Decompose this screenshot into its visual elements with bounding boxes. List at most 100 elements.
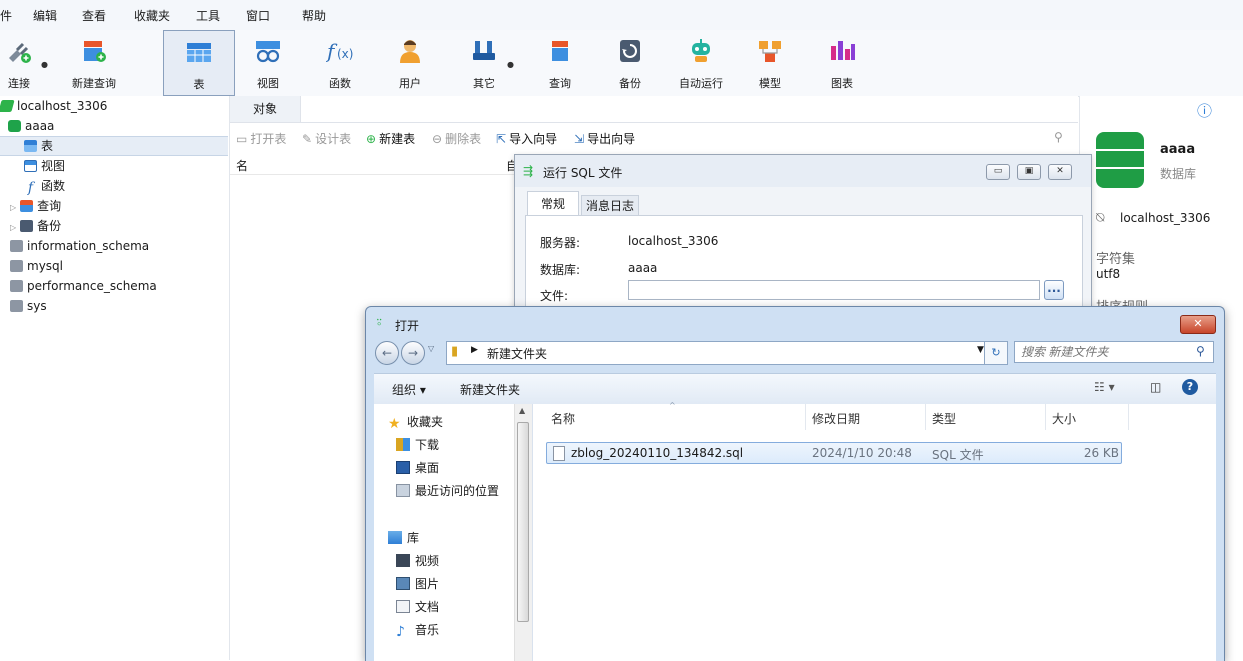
menu-file[interactable]: 件 — [0, 7, 12, 24]
menu-edit[interactable]: 编辑 — [33, 7, 57, 24]
automation-button[interactable]: 自动运行 — [672, 30, 730, 96]
close-button[interactable]: ✕ — [1180, 315, 1216, 334]
tree-db-information-schema[interactable]: information_schema — [10, 236, 149, 256]
object-toolbar: ▭ 打开表 ✎ 设计表 ⊕ 新建表 ⊖ 删除表 ⇱ 导入向导 ⇲ 导出向导 ⚲ — [230, 123, 1078, 153]
table-button[interactable]: 表 — [163, 30, 235, 96]
menu-window[interactable]: 窗口 — [246, 7, 270, 24]
chart-button[interactable]: 图表 — [818, 30, 866, 96]
nav-recent-places[interactable]: 最近访问的位置 — [396, 481, 499, 501]
tree-item-backups[interactable]: ▷ 备份 — [10, 216, 61, 236]
view-button[interactable]: 视图 — [244, 30, 292, 96]
minimize-button[interactable]: ▭ — [986, 164, 1010, 180]
nav-videos[interactable]: 视频 — [396, 551, 439, 571]
user-button[interactable]: 用户 — [386, 30, 434, 96]
tab-objects[interactable]: 对象 — [230, 96, 301, 122]
nav-scrollbar[interactable]: ▲ — [514, 404, 532, 661]
connect-dropdown-icon[interactable]: ● — [41, 60, 48, 69]
nav-documents[interactable]: 文档 — [396, 597, 439, 617]
backup-button[interactable]: 备份 — [606, 30, 654, 96]
column-separator[interactable] — [1128, 404, 1129, 430]
new-query-icon — [84, 41, 106, 62]
tree-item-functions[interactable]: f 函数 — [24, 176, 65, 196]
navigation-tree: localhost_3306 aaaa 表 视图 f 函数 ▷ 查询 ▷ 备份 inf… — [0, 96, 230, 660]
file-name: zblog_20240110_134842.sql — [571, 446, 744, 460]
nav-libraries[interactable]: 库 — [388, 528, 419, 548]
tools-icon — [473, 41, 495, 60]
search-icon[interactable]: ⚲ — [1196, 344, 1205, 358]
other-button[interactable]: ● 其它 — [460, 30, 514, 96]
tab-general[interactable]: 常规 — [527, 191, 579, 216]
tree-item-views[interactable]: 视图 — [24, 156, 65, 176]
help-icon[interactable]: ? — [1182, 379, 1198, 395]
column-header-type[interactable]: 类型 — [932, 410, 956, 427]
column-header-size[interactable]: 大小 — [1052, 410, 1076, 427]
connect-button[interactable]: ● 连接 — [0, 30, 48, 96]
info-icon[interactable]: ⓘ — [1197, 100, 1212, 121]
menu-favorites[interactable]: 收藏夹 — [134, 7, 170, 24]
address-bar[interactable]: ▮ ▶ 新建文件夹 ▼ — [446, 341, 1008, 365]
file-path-input[interactable] — [628, 280, 1040, 300]
svg-text:(x): (x) — [337, 47, 353, 61]
organize-button[interactable]: 组织 ▾ — [392, 381, 426, 398]
column-name-header[interactable]: 名 — [236, 157, 248, 174]
address-dropdown-icon[interactable]: ▼ — [977, 345, 984, 355]
tree-item-tables[interactable]: 表 — [0, 136, 228, 156]
dialog-title-bar[interactable]: ⇶ 运行 SQL 文件 ▭ ▣ ✕ — [515, 155, 1091, 187]
breadcrumb-folder[interactable]: 新建文件夹 — [487, 345, 547, 362]
nav-favorites[interactable]: ★ 收藏夹 — [388, 412, 443, 432]
column-header-modified[interactable]: 修改日期 — [812, 410, 860, 427]
tree-db-aaaa[interactable]: aaaa — [0, 116, 54, 136]
query-button[interactable]: 查询 — [536, 30, 584, 96]
column-separator[interactable] — [805, 404, 806, 430]
database-value: aaaa — [628, 261, 658, 275]
database-icon — [8, 120, 21, 132]
delete-table-button[interactable]: ⊖ 删除表 — [432, 130, 481, 147]
chart-label: 图表 — [831, 77, 853, 90]
dialog-title: 运行 SQL 文件 — [543, 166, 623, 180]
tree-db-performance-schema[interactable]: performance_schema — [10, 276, 157, 296]
scroll-up-icon[interactable]: ▲ — [519, 406, 525, 415]
tree-connection[interactable]: localhost_3306 — [0, 96, 107, 116]
history-dropdown-icon[interactable]: ▽ — [428, 344, 434, 353]
new-table-button[interactable]: ⊕ 新建表 — [366, 130, 415, 147]
new-query-button[interactable]: 新建查询 — [62, 30, 126, 96]
view-options-icon[interactable]: ☷ ▾ — [1094, 380, 1115, 394]
open-table-button[interactable]: ▭ 打开表 — [236, 130, 286, 147]
menu-tools[interactable]: 工具 — [196, 7, 220, 24]
search-icon[interactable]: ⚲ — [1054, 130, 1063, 144]
browse-button[interactable]: ... — [1044, 280, 1064, 300]
other-dropdown-icon[interactable]: ● — [507, 60, 514, 69]
close-button[interactable]: ✕ — [1048, 164, 1072, 180]
info-db-name: aaaa — [1160, 142, 1196, 157]
tree-db-sys[interactable]: sys — [10, 296, 47, 316]
preview-pane-icon[interactable]: ◫ — [1150, 380, 1161, 394]
nav-music[interactable]: ♪ 音乐 — [396, 620, 439, 640]
column-separator[interactable] — [925, 404, 926, 430]
back-button[interactable]: ← — [375, 341, 399, 365]
breadcrumb-arrow-icon[interactable]: ▶ — [471, 345, 478, 355]
design-table-button[interactable]: ✎ 设计表 — [302, 130, 351, 147]
expand-arrow-icon[interactable]: ▷ — [10, 223, 16, 232]
expand-arrow-icon[interactable]: ▷ — [10, 203, 16, 212]
nav-downloads[interactable]: 下载 — [396, 435, 439, 455]
export-wizard-button[interactable]: ⇲ 导出向导 — [574, 130, 635, 147]
nav-pictures[interactable]: 图片 — [396, 574, 439, 594]
maximize-button[interactable]: ▣ — [1017, 164, 1041, 180]
new-folder-button[interactable]: 新建文件夹 — [460, 381, 520, 398]
tree-item-queries[interactable]: ▷ 查询 — [10, 196, 61, 216]
menu-view[interactable]: 查看 — [82, 7, 106, 24]
column-header-name[interactable]: 名称 — [551, 410, 575, 427]
forward-button[interactable]: → — [401, 341, 425, 365]
search-input[interactable] — [1014, 341, 1214, 363]
refresh-button[interactable]: ↻ — [984, 341, 1008, 365]
model-button[interactable]: 模型 — [746, 30, 794, 96]
nav-scrollbar-thumb[interactable] — [517, 422, 529, 622]
column-separator[interactable] — [1045, 404, 1046, 430]
nav-desktop[interactable]: 桌面 — [396, 458, 439, 478]
tree-db-mysql[interactable]: mysql — [10, 256, 63, 276]
menu-help[interactable]: 帮助 — [302, 7, 326, 24]
file-row[interactable]: zblog_20240110_134842.sql 2024/1/10 20:4… — [546, 442, 1122, 464]
import-wizard-button[interactable]: ⇱ 导入向导 — [496, 130, 557, 147]
tab-message-log[interactable]: 消息日志 — [581, 195, 639, 217]
function-button[interactable]: f (x) 函数 — [316, 30, 364, 96]
